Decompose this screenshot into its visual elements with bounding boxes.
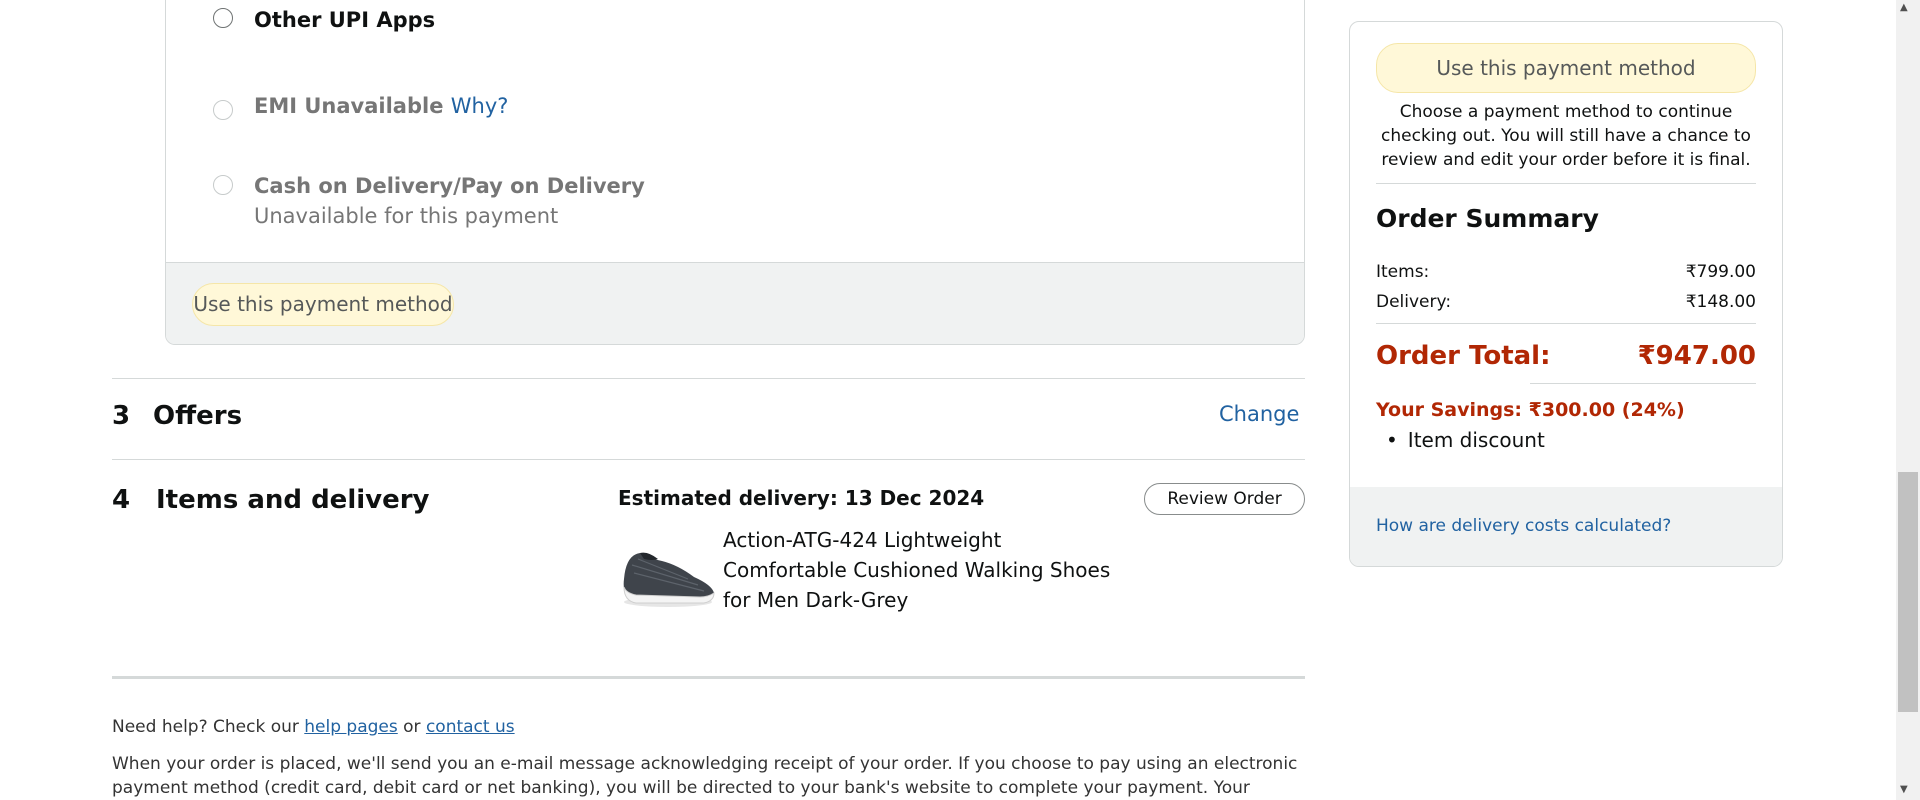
cod-radio <box>213 175 233 195</box>
item-discount: Item discount <box>1407 428 1545 452</box>
cod-label: Cash on Delivery/Pay on Delivery <box>254 174 645 198</box>
order-notice: When your order is placed, we'll send yo… <box>112 754 1298 798</box>
divider <box>112 676 1305 679</box>
scrollbar-thumb[interactable] <box>1898 472 1918 712</box>
product-name[interactable]: Action-ATG-424 Lightweight Comfortable C… <box>723 525 1123 615</box>
use-payment-method-button[interactable]: Use this payment method <box>192 283 454 326</box>
shoe-image <box>623 552 715 607</box>
offers-change-link[interactable]: Change <box>1219 402 1299 426</box>
emi-why-link[interactable]: Why? <box>451 94 509 118</box>
delivery-label: Delivery: <box>1376 292 1452 312</box>
section-title-offers: Offers <box>153 401 243 431</box>
divider <box>1376 183 1756 184</box>
contact-us-link[interactable]: contact us <box>426 717 515 737</box>
divider <box>112 378 1305 379</box>
scroll-down-arrow-icon[interactable]: ▼ <box>1900 784 1908 795</box>
help-or: or <box>403 717 421 737</box>
order-total-value: ₹947.00 <box>1637 341 1756 371</box>
delivery-costs-link[interactable]: How are delivery costs calculated? <box>1376 516 1671 536</box>
order-total-label: Order Total: <box>1376 341 1551 371</box>
summary-use-payment-method-button[interactable]: Use this payment method <box>1376 43 1756 93</box>
help-prefix: Need help? Check our <box>112 717 299 737</box>
scroll-up-arrow-icon[interactable]: ▲ <box>1900 2 1908 13</box>
other-upi-label[interactable]: Other UPI Apps <box>254 8 435 32</box>
help-line: Need help? Check our help pages or conta… <box>112 717 515 737</box>
emi-label: EMI Unavailable Why? <box>254 94 508 118</box>
summary-note: Choose a payment method to continue chec… <box>1381 102 1751 170</box>
savings-breakdown: • Item discount <box>1386 428 1545 452</box>
items-value: ₹799.00 <box>1685 262 1756 282</box>
emi-unavailable-text: EMI Unavailable <box>254 94 444 118</box>
review-order-button[interactable]: Review Order <box>1144 483 1305 515</box>
section-title-items: Items and delivery <box>156 485 430 515</box>
other-upi-radio[interactable] <box>213 8 233 28</box>
section-number-offers: 3 <box>112 401 131 431</box>
bullet-icon: • <box>1386 428 1398 452</box>
section-number-items: 4 <box>112 485 131 515</box>
items-label: Items: <box>1376 262 1430 282</box>
order-summary-title: Order Summary <box>1376 204 1599 233</box>
your-savings: Your Savings: ₹300.00 (24%) <box>1376 399 1685 421</box>
cod-unavailable-text: Unavailable for this payment <box>254 204 559 228</box>
product-thumbnail[interactable] <box>618 535 716 610</box>
divider <box>1530 383 1756 384</box>
delivery-value: ₹148.00 <box>1685 292 1756 312</box>
help-pages-link[interactable]: help pages <box>304 717 397 737</box>
estimated-delivery: Estimated delivery: 13 Dec 2024 <box>618 486 985 510</box>
emi-radio <box>213 100 233 120</box>
divider <box>112 459 1305 460</box>
divider <box>1376 323 1756 324</box>
